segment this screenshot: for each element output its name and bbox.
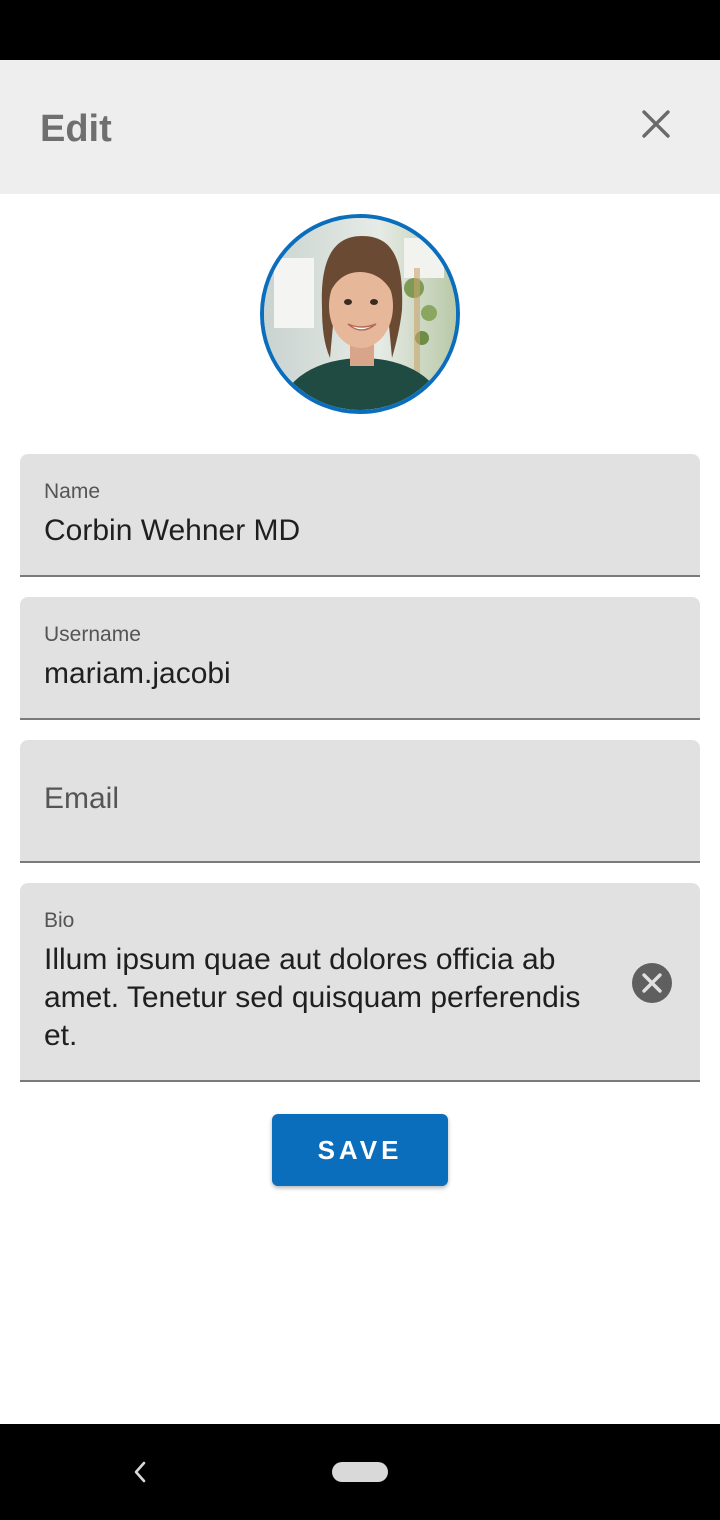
close-button[interactable]	[626, 94, 686, 154]
name-input[interactable]: Corbin Wehner MD	[44, 514, 300, 548]
bio-field[interactable]: Bio Illum ipsum quae aut dolores officia…	[20, 883, 700, 1082]
edit-screen: Edit Name Corbin Wehner MD Username mari…	[0, 60, 720, 1424]
page-title: Edit	[40, 108, 112, 150]
email-field[interactable]: Email	[20, 740, 700, 863]
username-label: Username	[44, 623, 141, 646]
status-bar	[0, 0, 720, 60]
close-icon	[642, 110, 670, 138]
bio-clear-button[interactable]	[630, 961, 674, 1005]
back-button[interactable]	[120, 1452, 160, 1492]
username-field[interactable]: Username mariam.jacobi	[20, 597, 700, 720]
clear-icon	[632, 963, 672, 1003]
system-nav-bar	[0, 1424, 720, 1520]
back-chevron-icon	[134, 1461, 146, 1483]
avatar[interactable]	[260, 214, 460, 414]
bio-input[interactable]: Illum ipsum quae aut dolores officia ab …	[44, 941, 614, 1055]
email-input[interactable]: Email	[44, 782, 119, 816]
save-button[interactable]: SAVE	[272, 1114, 448, 1186]
home-pill-icon[interactable]	[332, 1462, 388, 1482]
username-input[interactable]: mariam.jacobi	[44, 657, 231, 691]
name-field[interactable]: Name Corbin Wehner MD	[20, 454, 700, 577]
app-bar: Edit	[0, 60, 720, 194]
profile-photo-image	[264, 218, 456, 410]
bio-label: Bio	[44, 909, 75, 932]
name-label: Name	[44, 480, 101, 503]
